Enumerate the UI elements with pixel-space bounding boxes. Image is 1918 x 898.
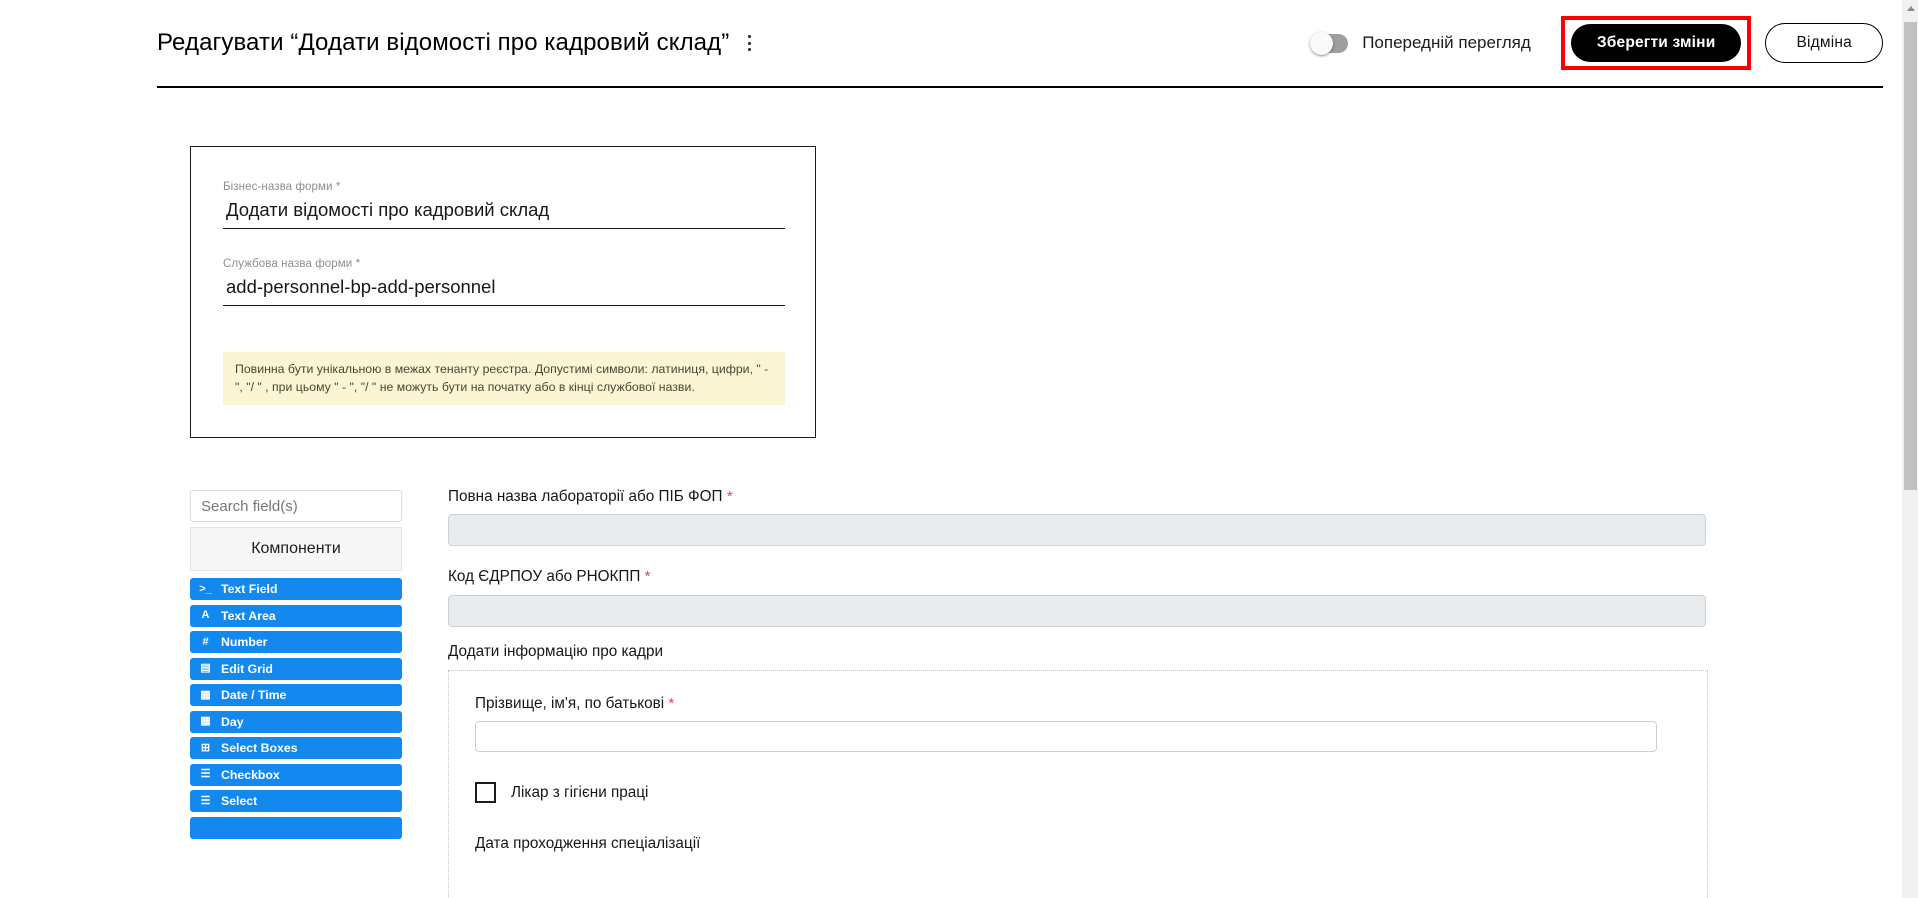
component-label: Text Field bbox=[221, 582, 278, 596]
toggle-knob bbox=[1310, 31, 1334, 55]
checkbox-label: Лікар з гігієни праці bbox=[511, 783, 649, 801]
component-label: Checkbox bbox=[221, 767, 280, 782]
business-name-group: Бізнес-назва форми * bbox=[223, 181, 785, 229]
save-button[interactable]: Зберегти зміни bbox=[1570, 24, 1742, 62]
component-label: Edit Grid bbox=[221, 661, 273, 676]
service-name-label: Службова назва форми * bbox=[223, 258, 361, 270]
page-header: Редагувати “Додати відомості про кадрови… bbox=[0, 0, 1900, 90]
components-list: >_ Text Field A Text Area # Number ▤ Edi… bbox=[190, 571, 402, 839]
component-label: Select Boxes bbox=[221, 741, 298, 755]
component-text-area[interactable]: A Text Area bbox=[190, 604, 402, 627]
page-title: Редагувати “Додати відомості про кадрови… bbox=[157, 29, 730, 56]
terminal-prompt-icon: >_ bbox=[199, 582, 212, 595]
component-partial[interactable] bbox=[190, 816, 402, 839]
preview-toggle-label: Попередній перегляд bbox=[1362, 33, 1531, 52]
search-input[interactable] bbox=[190, 490, 402, 522]
save-button-highlight: Зберегти зміни bbox=[1560, 16, 1752, 70]
field-fullname-input[interactable] bbox=[475, 721, 1657, 753]
letter-a-icon: A bbox=[201, 609, 210, 621]
vertical-scrollbar[interactable] bbox=[1901, 0, 1918, 898]
service-name-input[interactable] bbox=[223, 276, 785, 306]
app-root: Редагувати “Додати відомості про кадрови… bbox=[0, 0, 1918, 898]
scrollbar-thumb[interactable] bbox=[1904, 22, 1917, 490]
component-select-boxes[interactable]: ⊞ Select Boxes bbox=[190, 737, 402, 759]
service-name-hint: Повинна бути унікальною в межах тенанту … bbox=[223, 352, 785, 406]
list-icon: ☰ bbox=[200, 768, 211, 780]
calendar-icon: ▦ bbox=[200, 688, 211, 701]
header-bar: Редагувати “Додати відомості про кадрови… bbox=[157, 0, 1883, 88]
cancel-button[interactable]: Відміна bbox=[1765, 23, 1883, 63]
preview-toggle-group[interactable]: Попередній перегляд bbox=[1310, 31, 1531, 55]
component-edit-grid[interactable]: ▤ Edit Grid bbox=[190, 657, 402, 680]
component-checkbox[interactable]: ☰ Checkbox bbox=[190, 763, 402, 786]
preview-toggle[interactable] bbox=[1310, 31, 1349, 55]
form-canvas: Повна назва лабораторії або ПІБ ФОП * Ко… bbox=[448, 488, 1708, 898]
component-label: Date / Time bbox=[221, 688, 287, 702]
service-name-group: Службова назва форми * bbox=[223, 258, 785, 306]
component-select[interactable]: ☰ Select bbox=[190, 790, 402, 812]
business-name-input[interactable] bbox=[223, 199, 785, 229]
field-lab-name-input[interactable] bbox=[448, 514, 1706, 547]
component-text-field[interactable]: >_ Text Field bbox=[190, 578, 402, 600]
business-name-label: Бізнес-назва форми * bbox=[223, 181, 341, 193]
component-number[interactable]: # Number bbox=[190, 631, 402, 653]
field-edrpou: Код ЄДРПОУ або РНОКПП * bbox=[448, 568, 1706, 627]
list-icon: ☰ bbox=[200, 794, 211, 807]
component-day[interactable]: ▦ Day bbox=[190, 710, 402, 733]
component-label: Day bbox=[221, 714, 244, 729]
chevron-up-icon[interactable] bbox=[1902, 0, 1918, 17]
required-marker: * bbox=[644, 568, 651, 586]
component-label: Number bbox=[221, 635, 268, 649]
field-specialization-date-label: Дата проходження спеціалізації bbox=[475, 835, 701, 853]
components-panel-title: Компоненти bbox=[190, 527, 402, 571]
hash-icon: # bbox=[202, 635, 209, 648]
grid-rows-icon: ▤ bbox=[200, 662, 211, 674]
personnel-panel: Прізвище, ім'я, по батькові * Лікар з гі… bbox=[448, 669, 1708, 898]
required-marker: * bbox=[668, 694, 675, 712]
field-edrpou-input[interactable] bbox=[448, 594, 1706, 627]
field-lab-name-label: Повна назва лабораторії або ПІБ ФОП * bbox=[448, 488, 733, 505]
component-label: Select bbox=[221, 794, 258, 808]
required-marker: * bbox=[726, 488, 733, 505]
form-meta-card: Бізнес-назва форми * Службова назва форм… bbox=[190, 146, 816, 438]
section-title-personnel: Додати інформацію про кадри bbox=[448, 642, 664, 660]
checkbox-box[interactable] bbox=[475, 782, 496, 804]
field-lab-name: Повна назва лабораторії або ПІБ ФОП * bbox=[448, 488, 1706, 547]
components-sidebar: Компоненти >_ Text Field A Text Area # N… bbox=[190, 490, 402, 843]
header-actions: Попередній перегляд Зберегти зміни Відмі… bbox=[1310, 16, 1883, 70]
more-vertical-icon[interactable] bbox=[739, 30, 759, 56]
component-label: Text Area bbox=[221, 608, 276, 623]
component-date-time[interactable]: ▦ Date / Time bbox=[190, 684, 402, 706]
checkbox-occupational-hygiene-doctor[interactable]: Лікар з гігієни праці bbox=[475, 782, 1681, 804]
field-edrpou-label: Код ЄДРПОУ або РНОКПП * bbox=[448, 568, 651, 586]
calendar-icon: ▦ bbox=[200, 715, 211, 727]
field-fullname-label: Прізвище, ім'я, по батькові * bbox=[475, 694, 675, 712]
plus-square-icon: ⊞ bbox=[200, 741, 211, 754]
